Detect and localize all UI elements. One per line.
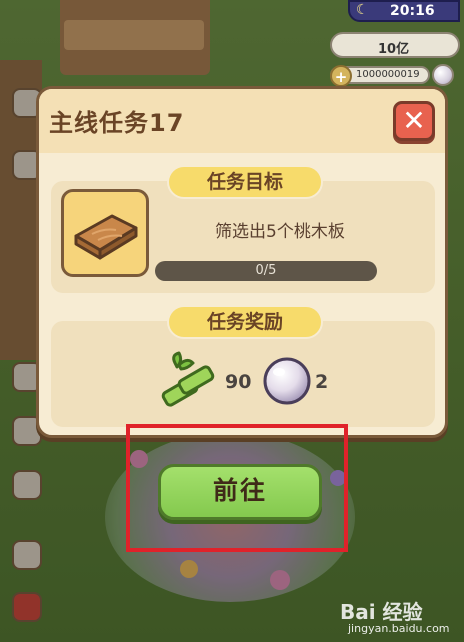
pearl-currency-icon [432,64,454,86]
bamboo-icon [161,351,215,407]
wood-plank-icon [74,214,138,260]
clock-time: 20:16 [390,3,435,19]
reward-section-label: 任务奖励 [167,305,323,339]
pearl-counter: + 1000000019 [330,65,430,87]
main-quest-dialog: 主线任务17 ✕ 任务目标 任务奖励 筛选出5个桃木板 0/5 90 2 [36,86,448,438]
money-counter: 10亿 [330,32,460,58]
watermark-url: jingyan.baidu.com [348,622,450,635]
moon-icon: ☾ [356,2,369,18]
reward-pearl [261,355,313,411]
add-currency-button[interactable]: + [330,65,352,87]
task-item-slot [61,189,149,277]
close-icon: ✕ [402,104,426,137]
close-button[interactable]: ✕ [393,101,435,141]
money-value: 10亿 [378,42,410,57]
task-description: 筛选出5个桃木板 [215,222,345,242]
pearl-count-value: 1000000019 [356,69,420,80]
task-progress-text: 0/5 [255,263,277,278]
dialog-title: 主线任务17 [49,109,185,137]
go-button[interactable]: 前往 [158,464,322,520]
reward-pearl-count: 2 [315,371,329,393]
goal-section-label: 任务目标 [167,165,323,199]
pearl-icon [263,357,311,405]
reward-bamboo-count: 90 [225,371,252,393]
clock-display: ☾ 20:16 [348,0,460,22]
reward-bamboo [157,351,219,417]
baidu-watermark: Bai 经验 jingyan.baidu.com [330,596,462,640]
task-progress-bar: 0/5 [155,261,377,281]
watermark-logo: Bai 经验 [340,600,423,624]
